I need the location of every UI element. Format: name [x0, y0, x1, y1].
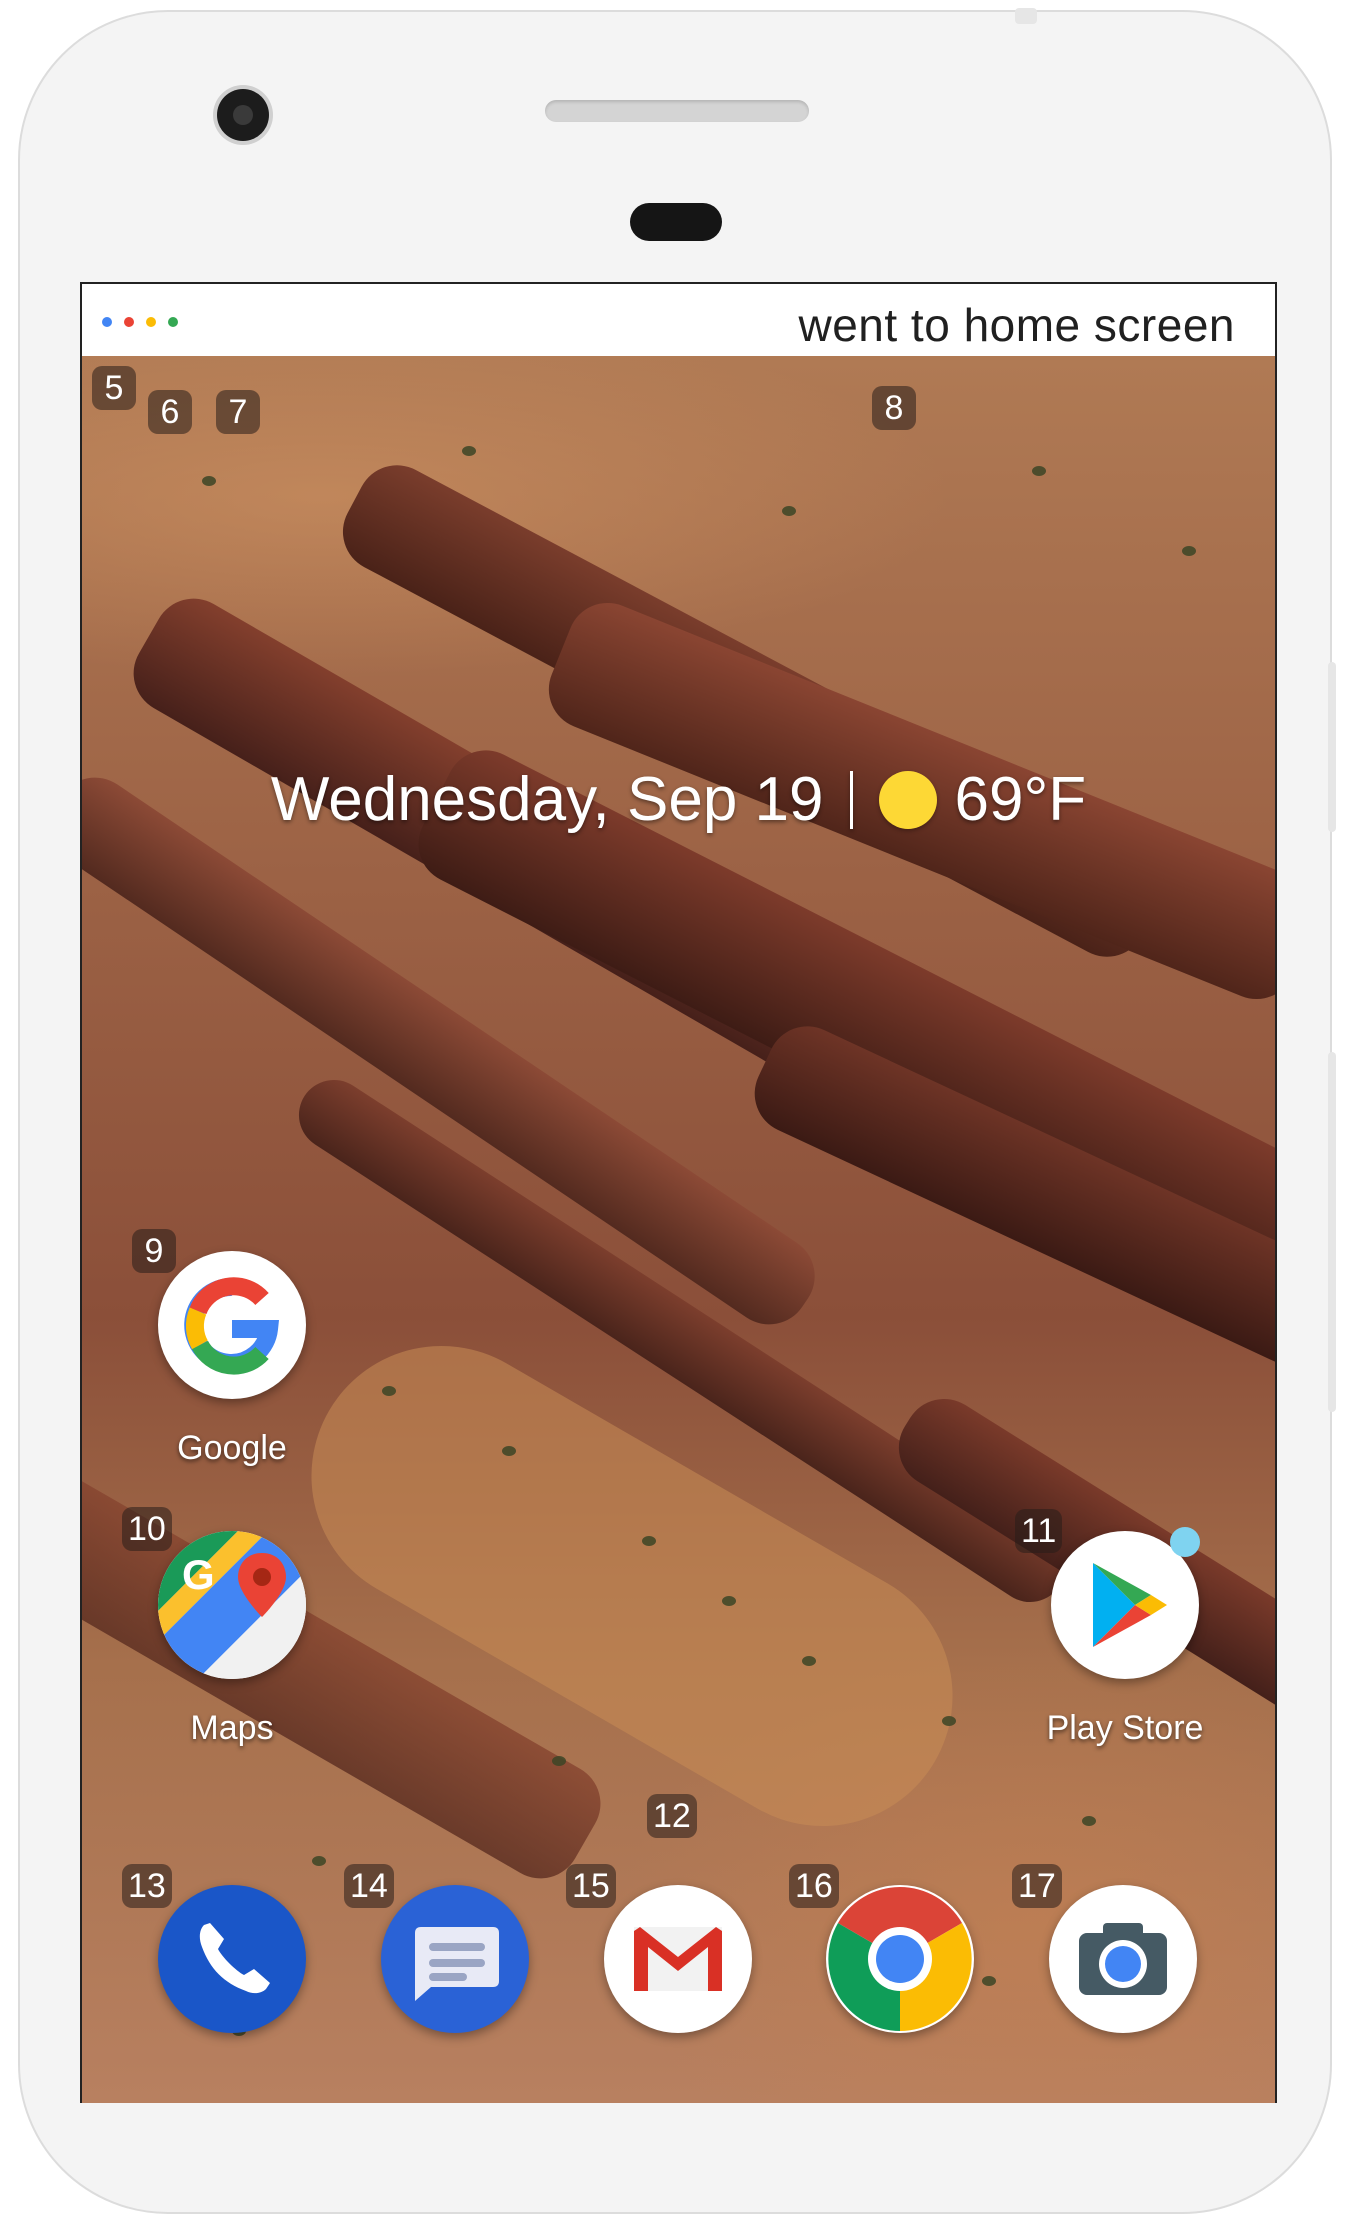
svg-text:G: G — [182, 1551, 215, 1598]
app-label-play-store: Play Store — [1046, 1709, 1204, 1747]
gmail-icon — [604, 1885, 752, 2033]
dock-camera[interactable] — [1048, 1885, 1198, 2033]
shrub — [1032, 466, 1046, 476]
element-label-12: 12 — [647, 1794, 697, 1838]
glance-temperature[interactable]: 69°F — [955, 764, 1087, 835]
element-label-8: 8 — [872, 386, 916, 430]
shrub — [642, 1536, 656, 1546]
dot-blue — [102, 317, 112, 327]
status-message: went to home screen — [798, 299, 1235, 351]
power-button — [1328, 662, 1336, 832]
shrub — [382, 1386, 396, 1396]
app-play-store[interactable]: Play Store — [1047, 1527, 1203, 1748]
notification-dot — [1170, 1527, 1200, 1557]
shrub — [1082, 1816, 1096, 1826]
dot-yellow — [146, 317, 156, 327]
assistant-dots — [102, 317, 178, 327]
element-label-6: 6 — [148, 390, 192, 434]
at-a-glance-widget[interactable]: Wednesday, Sep 19 69°F — [82, 764, 1275, 835]
shrub — [782, 506, 796, 516]
shrub — [202, 476, 216, 486]
phone-screen: went to home screen 5 6 7 8 Wednesday, S… — [80, 282, 1277, 2103]
dock-chrome[interactable] — [825, 1885, 975, 2033]
phone-icon — [158, 1885, 306, 2033]
front-camera — [217, 89, 269, 141]
glance-date[interactable]: Wednesday, Sep 19 — [271, 764, 824, 835]
shrub — [942, 1716, 956, 1726]
app-google[interactable]: Google — [157, 1251, 307, 1468]
shrub — [312, 1856, 326, 1866]
dock-messages[interactable] — [380, 1885, 530, 2033]
glance-divider — [849, 770, 853, 829]
dot-red — [124, 317, 134, 327]
shrub — [722, 1596, 736, 1606]
dock-gmail[interactable] — [603, 1885, 753, 2033]
dock-phone[interactable] — [157, 1885, 307, 2033]
shrub — [502, 1446, 516, 1456]
element-label-5: 5 — [92, 366, 136, 410]
status-bar: went to home screen — [82, 284, 1275, 356]
google-g-icon — [158, 1251, 306, 1399]
messages-icon — [381, 1885, 529, 2033]
shrub — [462, 446, 476, 456]
proximity-sensor — [630, 203, 722, 241]
chrome-icon — [826, 1885, 974, 2033]
camera-icon — [1049, 1885, 1197, 2033]
maps-icon: G — [158, 1531, 306, 1679]
sun-icon — [878, 770, 937, 829]
element-label-7: 7 — [216, 390, 260, 434]
app-label-maps: Maps — [190, 1709, 274, 1747]
shrub — [982, 1976, 996, 1986]
app-label-google: Google — [177, 1429, 287, 1467]
app-maps[interactable]: G Maps — [157, 1531, 307, 1748]
home-wallpaper — [82, 356, 1275, 2103]
dot-green — [168, 317, 178, 327]
shrub — [552, 1756, 566, 1766]
top-button — [1015, 8, 1037, 24]
earpiece-speaker — [545, 100, 809, 122]
shrub — [802, 1656, 816, 1666]
volume-button — [1328, 1052, 1336, 1412]
shrub — [1182, 546, 1196, 556]
